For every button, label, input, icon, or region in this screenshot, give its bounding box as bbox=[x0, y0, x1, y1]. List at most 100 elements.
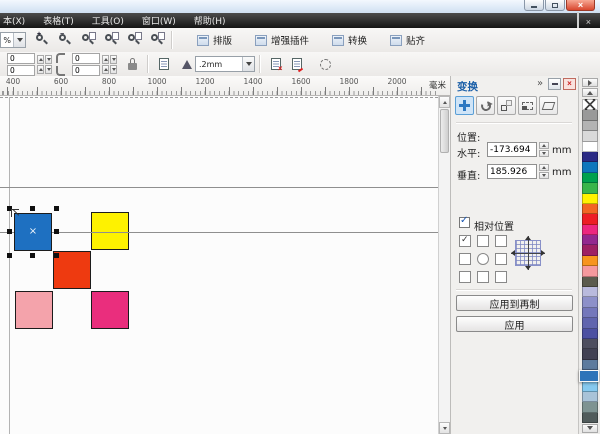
palette-scroll-up-button[interactable] bbox=[581, 88, 598, 97]
close-button[interactable]: × bbox=[566, 0, 595, 11]
zoom-width-button[interactable] bbox=[146, 30, 167, 50]
palette-swatch-5[interactable] bbox=[581, 151, 598, 163]
palette-swatch-9[interactable] bbox=[581, 193, 598, 204]
menu-item-4[interactable]: 窗口(W) bbox=[133, 14, 185, 27]
palette-swatch-25[interactable] bbox=[581, 359, 598, 371]
corner-radius-bottom-right-input[interactable] bbox=[72, 64, 100, 76]
spin-down-button[interactable] bbox=[539, 150, 549, 157]
scale-mirror-tool-button[interactable] bbox=[497, 96, 516, 115]
lock-ratio-button[interactable] bbox=[122, 54, 143, 74]
palette-flyout-button[interactable] bbox=[581, 78, 598, 87]
anchor-top-right[interactable] bbox=[495, 235, 507, 247]
selection-handle[interactable] bbox=[30, 206, 35, 211]
spin-up-button[interactable] bbox=[102, 54, 109, 64]
palette-swatch-4[interactable] bbox=[581, 141, 598, 152]
palette-swatch-11[interactable] bbox=[581, 214, 598, 225]
palette-swatch-8[interactable] bbox=[581, 183, 598, 194]
guideline-vertical[interactable] bbox=[9, 97, 10, 434]
size-tool-button[interactable] bbox=[518, 96, 537, 115]
selection-center-x-icon[interactable]: × bbox=[29, 226, 37, 237]
apply-to-duplicate-button[interactable]: 应用到再制 bbox=[456, 295, 573, 311]
chevron-down-icon[interactable] bbox=[13, 33, 25, 47]
scroll-up-button[interactable] bbox=[439, 96, 450, 108]
square-pink[interactable] bbox=[15, 291, 53, 329]
doc-close-button[interactable]: × bbox=[586, 13, 591, 28]
palette-swatch-19[interactable] bbox=[581, 297, 598, 308]
rotate-anchor-icon[interactable] bbox=[11, 209, 19, 217]
horizontal-position-input[interactable] bbox=[487, 142, 537, 157]
selection-handle[interactable] bbox=[54, 206, 59, 211]
toolbar-button-2[interactable]: 增强插件 bbox=[248, 30, 316, 50]
menu-item-2[interactable]: 表格(T) bbox=[34, 14, 83, 27]
palette-swatch-12[interactable] bbox=[581, 224, 598, 236]
anchor-middle-right[interactable] bbox=[495, 253, 507, 265]
rotate-tool-button[interactable] bbox=[476, 96, 495, 115]
edit-fill-button[interactable] bbox=[286, 54, 307, 74]
wrap-text-button[interactable] bbox=[153, 54, 174, 74]
drawing-canvas[interactable]: × bbox=[0, 96, 438, 434]
docker-collapse-chevrons[interactable]: » bbox=[537, 78, 543, 89]
palette-swatch-28[interactable] bbox=[581, 391, 598, 403]
toolbar-button-4[interactable]: 贴齐 bbox=[383, 30, 432, 50]
palette-swatch-1[interactable] bbox=[581, 110, 598, 121]
palette-scroll-down-button[interactable] bbox=[581, 424, 598, 433]
anchor-top-left[interactable] bbox=[459, 234, 471, 247]
palette-swatch-22[interactable] bbox=[581, 328, 598, 339]
spin-up-button[interactable] bbox=[539, 164, 549, 171]
horizontal-ruler[interactable]: 毫米 400 600 800 1000 1200 1400 1600 1800 2000 bbox=[0, 76, 450, 96]
skew-tool-button[interactable] bbox=[539, 96, 558, 115]
anchor-center[interactable] bbox=[477, 253, 489, 265]
minimize-button[interactable] bbox=[524, 0, 544, 11]
spin-up-button[interactable] bbox=[37, 54, 44, 64]
anchor-middle-left[interactable] bbox=[459, 253, 471, 265]
corner-radius-top-right-input[interactable] bbox=[72, 52, 100, 64]
palette-swatch-29[interactable] bbox=[581, 402, 598, 413]
guideline-horizontal-2[interactable] bbox=[0, 232, 438, 233]
spin-down-button[interactable] bbox=[110, 54, 117, 64]
palette-swatch-6[interactable] bbox=[581, 162, 598, 173]
palette-swatch-16[interactable] bbox=[581, 266, 598, 277]
anchor-bottom-right[interactable] bbox=[495, 271, 507, 283]
anchor-bottom-center[interactable] bbox=[477, 271, 489, 283]
selection-handle[interactable] bbox=[7, 253, 12, 258]
menu-item-1[interactable]: 本(X) bbox=[0, 14, 34, 27]
palette-swatch-21[interactable] bbox=[581, 318, 598, 329]
menu-item-3[interactable]: 工具(O) bbox=[83, 14, 133, 27]
palette-swatch-23[interactable] bbox=[581, 338, 598, 350]
zoom-in-button[interactable]: + bbox=[31, 30, 52, 50]
zoom-selected-button[interactable] bbox=[77, 30, 98, 50]
corner-radius-bottom-left-input[interactable] bbox=[7, 64, 35, 76]
spin-up-button[interactable] bbox=[37, 64, 44, 74]
palette-swatch-26[interactable] bbox=[578, 370, 599, 382]
palette-swatch-3[interactable] bbox=[581, 131, 598, 142]
square-magenta[interactable] bbox=[91, 291, 129, 329]
zoom-out-button[interactable]: − bbox=[54, 30, 75, 50]
remove-outline-button[interactable] bbox=[265, 54, 286, 74]
spin-down-button[interactable] bbox=[45, 64, 52, 74]
zoom-level-combo[interactable]: % bbox=[0, 32, 26, 48]
anchor-bottom-left[interactable] bbox=[459, 271, 471, 283]
selection-handle[interactable] bbox=[7, 229, 12, 234]
palette-swatch-30[interactable] bbox=[581, 412, 598, 424]
docker-close-button[interactable]: × bbox=[563, 78, 576, 90]
selection-handle[interactable] bbox=[54, 253, 59, 258]
relative-position-checkbox[interactable] bbox=[459, 215, 470, 228]
palette-swatch-2[interactable] bbox=[581, 120, 598, 132]
apply-button[interactable]: 应用 bbox=[456, 316, 573, 332]
chevron-down-icon[interactable] bbox=[242, 57, 254, 71]
vertical-scrollbar[interactable] bbox=[438, 96, 450, 434]
convert-to-curves-button[interactable] bbox=[315, 54, 336, 74]
guideline-dashed[interactable] bbox=[0, 97, 438, 98]
palette-swatch-18[interactable] bbox=[581, 287, 598, 298]
spin-down-button[interactable] bbox=[110, 64, 117, 74]
guideline-horizontal-1[interactable] bbox=[0, 187, 438, 188]
scroll-down-button[interactable] bbox=[439, 422, 450, 434]
menu-item-5[interactable]: 帮助(H) bbox=[185, 14, 235, 27]
toolbar-button-3[interactable]: 转换 bbox=[325, 30, 374, 50]
corner-radius-top-left-input[interactable] bbox=[7, 52, 35, 64]
spin-down-button[interactable] bbox=[45, 54, 52, 64]
maximize-button[interactable] bbox=[545, 0, 565, 11]
doc-restore-button[interactable] bbox=[576, 12, 579, 29]
vertical-position-input[interactable] bbox=[487, 164, 537, 179]
selection-handle[interactable] bbox=[54, 229, 59, 234]
